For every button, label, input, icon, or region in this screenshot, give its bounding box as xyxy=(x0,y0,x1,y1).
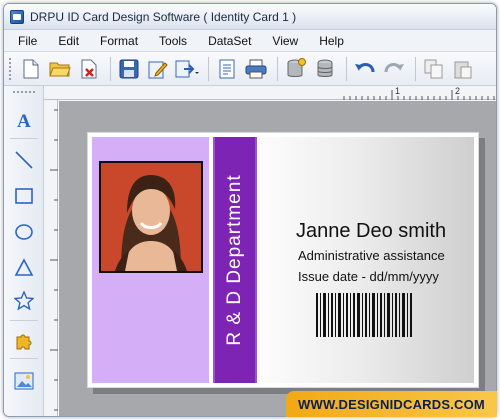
toolbar-separator xyxy=(346,56,347,81)
toolbar-separator xyxy=(208,56,209,81)
open-folder-icon[interactable] xyxy=(47,56,73,82)
menu-format[interactable]: Format xyxy=(100,34,138,48)
id-card[interactable]: R & D Department Janne Deo smith Adminis… xyxy=(87,132,479,388)
card-background: R & D Department Janne Deo smith Adminis… xyxy=(92,137,474,383)
print-icon[interactable] xyxy=(243,56,269,82)
delete-icon[interactable] xyxy=(76,56,102,82)
brand-banner: WWW.DESIGNIDCARDS.COM xyxy=(286,391,497,417)
toolbar-separator xyxy=(277,56,278,81)
department-bar[interactable]: R & D Department xyxy=(213,137,257,383)
work-area: A 1 2 R & D Department Janne Deo smith A… xyxy=(4,86,496,416)
menu-tools[interactable]: Tools xyxy=(159,34,187,48)
drawing-toolbar-separator xyxy=(10,358,38,359)
app-window: DRPU ID Card Design Software ( Identity … xyxy=(3,3,497,417)
menu-edit[interactable]: Edit xyxy=(58,34,79,48)
person-photo[interactable] xyxy=(99,161,203,273)
star-icon[interactable] xyxy=(12,289,36,313)
title-bar: DRPU ID Card Design Software ( Identity … xyxy=(4,4,496,30)
photo-panel[interactable] xyxy=(92,137,209,383)
drawing-toolbar-grip[interactable] xyxy=(12,90,36,94)
paste-icon[interactable] xyxy=(450,56,476,82)
barcode[interactable] xyxy=(316,293,416,337)
drawing-toolbar: A xyxy=(4,86,44,416)
app-icon xyxy=(10,9,24,24)
employee-name[interactable]: Janne Deo smith xyxy=(296,220,446,243)
menu-view[interactable]: View xyxy=(272,34,298,48)
puzzle-icon[interactable] xyxy=(12,329,36,353)
brand-url: WWW.DESIGNIDCARDS.COM xyxy=(298,396,485,412)
database-icon[interactable] xyxy=(312,56,338,82)
undo-icon[interactable] xyxy=(352,56,378,82)
new-document-icon[interactable] xyxy=(18,56,44,82)
text-icon[interactable]: A xyxy=(12,108,36,132)
toolbar-grip[interactable] xyxy=(8,56,12,81)
design-canvas[interactable]: R & D Department Janne Deo smith Adminis… xyxy=(59,101,496,416)
vertical-ruler xyxy=(44,100,58,416)
svg-text:A: A xyxy=(17,111,31,130)
ellipse-icon[interactable] xyxy=(12,220,36,244)
toolbar xyxy=(4,52,496,86)
image-icon[interactable] xyxy=(12,369,36,393)
toolbar-separator xyxy=(110,56,111,81)
menu-dataset[interactable]: DataSet xyxy=(208,34,251,48)
redo-icon[interactable] xyxy=(381,56,407,82)
ruler-mark: 2 xyxy=(455,86,461,96)
edit-icon[interactable] xyxy=(145,56,171,82)
employee-role[interactable]: Administrative assistance xyxy=(298,248,445,263)
drawing-toolbar-separator xyxy=(10,320,38,321)
menu-file[interactable]: File xyxy=(18,34,37,48)
export-icon[interactable] xyxy=(174,56,200,82)
properties-icon[interactable] xyxy=(214,56,240,82)
ruler-mark: 1 xyxy=(395,86,401,96)
menu-bar: File Edit Format Tools DataSet View Help xyxy=(4,30,496,52)
rectangle-icon[interactable] xyxy=(12,184,36,208)
copy-icon[interactable] xyxy=(421,56,447,82)
database-add-icon[interactable] xyxy=(283,56,309,82)
triangle-icon[interactable] xyxy=(12,256,36,280)
department-text[interactable]: R & D Department xyxy=(224,140,246,380)
toolbar-separator xyxy=(415,56,416,81)
menu-help[interactable]: Help xyxy=(319,34,344,48)
window-title: DRPU ID Card Design Software ( Identity … xyxy=(30,9,297,24)
line-icon[interactable] xyxy=(12,148,36,172)
horizontal-ruler: 1 2 xyxy=(44,86,496,100)
drawing-toolbar-separator xyxy=(10,138,38,139)
issue-date[interactable]: Issue date - dd/mm/yyyy xyxy=(298,269,439,284)
save-icon[interactable] xyxy=(116,56,142,82)
